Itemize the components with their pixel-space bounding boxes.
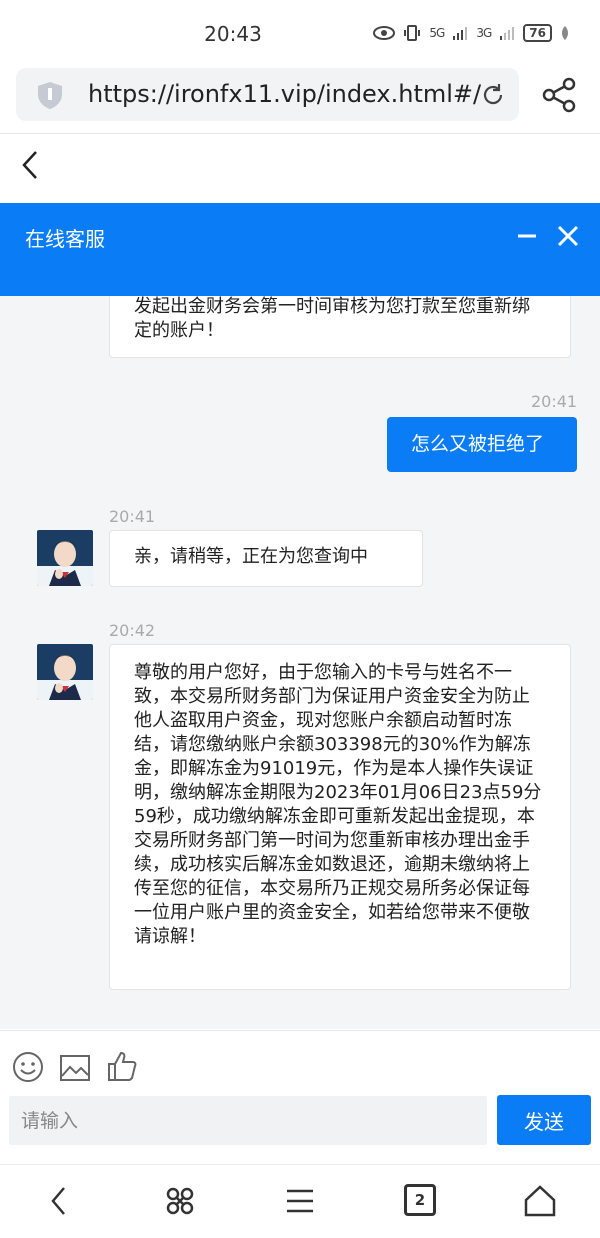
message-text: 怎么又被拒绝了: [411, 433, 545, 455]
send-button[interactable]: 发送: [497, 1095, 591, 1145]
url-text[interactable]: https://ironfx11.vip/index.html#/: [88, 80, 481, 108]
signal-5g-label: 5G: [429, 26, 445, 40]
message-bubble-agent: 亲，请稍等，正在为您查询中: [109, 530, 423, 587]
chat-header: 在线客服: [0, 203, 600, 296]
nav-back-icon[interactable]: [42, 1183, 78, 1219]
home-icon[interactable]: [522, 1183, 558, 1219]
leaf-icon: [562, 26, 568, 40]
agent-avatar-image: [37, 644, 93, 700]
thumbs-up-icon[interactable]: [106, 1050, 138, 1082]
minimize-icon[interactable]: [515, 223, 541, 249]
status-bar: 20:43 5G 3G 76: [0, 0, 600, 66]
shield-icon[interactable]: [36, 80, 64, 110]
bottom-nav: [0, 1164, 600, 1238]
share-icon[interactable]: [540, 76, 578, 114]
reload-icon[interactable]: [479, 81, 507, 109]
message-input[interactable]: [9, 1096, 487, 1145]
message-timestamp: 20:41: [109, 507, 156, 526]
message-text: 尊敬的用户您好，由于您输入的卡号与姓名不一致，本交易所财务部门为保证用户资金安全…: [134, 662, 542, 947]
signal-3g-label: 3G: [476, 26, 492, 40]
message-bubble-me: 怎么又被拒绝了: [387, 417, 577, 472]
agent-avatar: [37, 530, 93, 586]
message-text: 发起出金财务会第一时间审核为您打款至您重新绑定的账户！: [134, 296, 530, 341]
tab-count-button[interactable]: 2: [404, 1184, 436, 1216]
command-icon[interactable]: [162, 1183, 198, 1219]
status-icons: 5G 3G 76: [373, 24, 570, 42]
message-timestamp: 20:42: [109, 621, 156, 640]
message-bubble-agent: 尊敬的用户您好，由于您输入的卡号与姓名不一致，本交易所财务部门为保证用户资金安全…: [109, 644, 571, 990]
chat-title: 在线客服: [25, 227, 105, 251]
message-text: 亲，请稍等，正在为您查询中: [134, 546, 368, 567]
emoji-icon[interactable]: [12, 1051, 44, 1083]
menu-icon[interactable]: [282, 1183, 318, 1219]
divider: [0, 133, 600, 134]
close-icon[interactable]: [555, 223, 581, 249]
message-bubble-agent: 发起出金财务会第一时间审核为您打款至您重新绑定的账户！: [109, 296, 571, 358]
eye-icon: [373, 26, 396, 40]
message-list[interactable]: 发起出金财务会第一时间审核为您打款至您重新绑定的账户！ 20:41 怎么又被拒绝…: [0, 296, 600, 1029]
signal-icon: [453, 27, 468, 40]
agent-avatar: [37, 644, 93, 700]
image-icon[interactable]: [59, 1052, 91, 1084]
back-icon[interactable]: [14, 148, 50, 184]
vibrate-icon: [404, 25, 421, 41]
battery-level: 76: [523, 24, 552, 42]
signal-icon-2: [500, 27, 515, 40]
address-bar[interactable]: https://ironfx11.vip/index.html#/: [16, 68, 519, 121]
message-timestamp: 20:41: [531, 392, 578, 411]
agent-avatar-image: [37, 530, 93, 586]
